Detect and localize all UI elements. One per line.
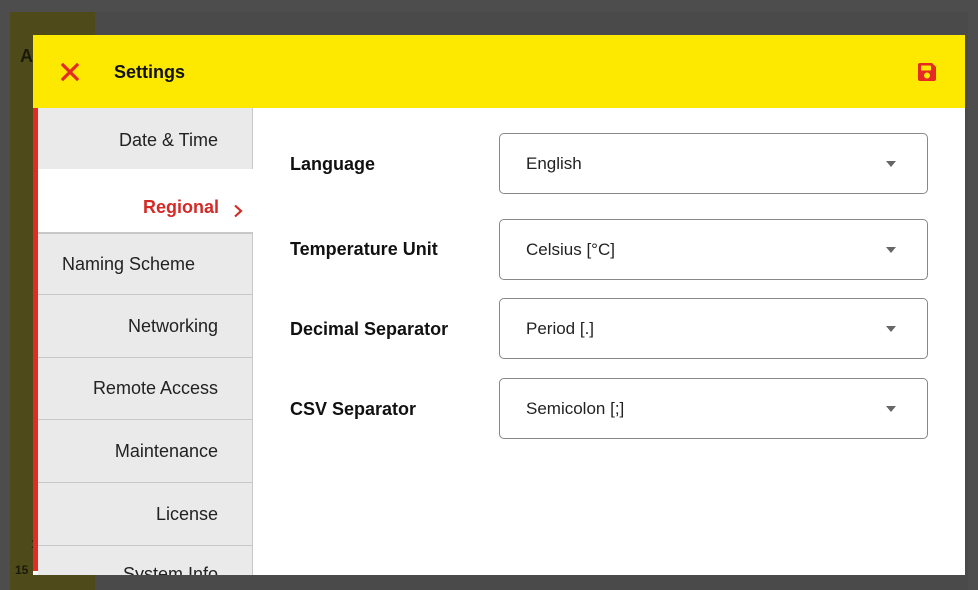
dropdown-arrow-icon [886, 161, 896, 167]
temperature-unit-select[interactable]: Celsius [°C] [499, 219, 928, 280]
dropdown-arrow-icon [886, 326, 896, 332]
sidebar-item-networking[interactable]: Networking [38, 295, 253, 358]
dialog-title: Settings [114, 62, 186, 82]
temperature-unit-value: Celsius [°C] [526, 240, 615, 259]
chevron-right-icon [233, 204, 243, 218]
decimal-separator-value: Period [.] [526, 319, 595, 338]
settings-sidebar: Date & Time Regional Naming Scheme Netwo… [33, 108, 253, 575]
sidebar-item-label: Remote Access [92, 378, 218, 398]
dialog-header: Settings [33, 35, 965, 108]
sidebar-item-label: Networking [127, 315, 218, 336]
sidebar-item-naming-scheme[interactable]: Naming Scheme [38, 233, 253, 295]
language-label: Language [290, 154, 376, 174]
language-value: English [526, 154, 582, 173]
sidebar-item-maintenance[interactable]: Maintenance [38, 420, 253, 483]
close-button[interactable] [57, 59, 83, 85]
background-text: A [20, 46, 33, 66]
csv-separator-value: Semicolon [;] [526, 399, 625, 418]
csv-separator-select[interactable]: Semicolon [;] [499, 378, 928, 439]
sidebar-item-label: Date & Time [118, 130, 218, 150]
close-icon [61, 63, 79, 81]
temperature-unit-label: Temperature Unit [290, 239, 438, 259]
background-text: 15 [15, 563, 29, 577]
csv-separator-label: CSV Separator [290, 399, 417, 419]
sidebar-item-regional[interactable]: Regional [38, 169, 253, 233]
sidebar-item-license[interactable]: License [38, 483, 253, 546]
language-select[interactable]: English [499, 133, 928, 194]
decimal-separator-label: Decimal Separator [290, 319, 449, 339]
sidebar-item-label: Naming Scheme [62, 253, 196, 274]
sidebar-item-system-info[interactable]: System Info [38, 546, 253, 575]
sidebar-item-remote-access[interactable]: Remote Access [38, 358, 253, 420]
dropdown-arrow-icon [886, 406, 896, 412]
dropdown-arrow-icon [886, 247, 896, 253]
save-button[interactable] [914, 59, 940, 85]
decimal-separator-select[interactable]: Period [.] [499, 298, 928, 359]
sidebar-item-label: Maintenance [114, 440, 218, 461]
save-icon [918, 63, 936, 81]
settings-dialog: Settings Date & Time Regional Naming Sch… [33, 35, 965, 575]
sidebar-item-label: Regional [142, 197, 219, 217]
sidebar-item-date-time[interactable]: Date & Time [38, 108, 253, 173]
sidebar-item-label: System Info [122, 564, 218, 575]
sidebar-item-label: License [155, 503, 218, 524]
